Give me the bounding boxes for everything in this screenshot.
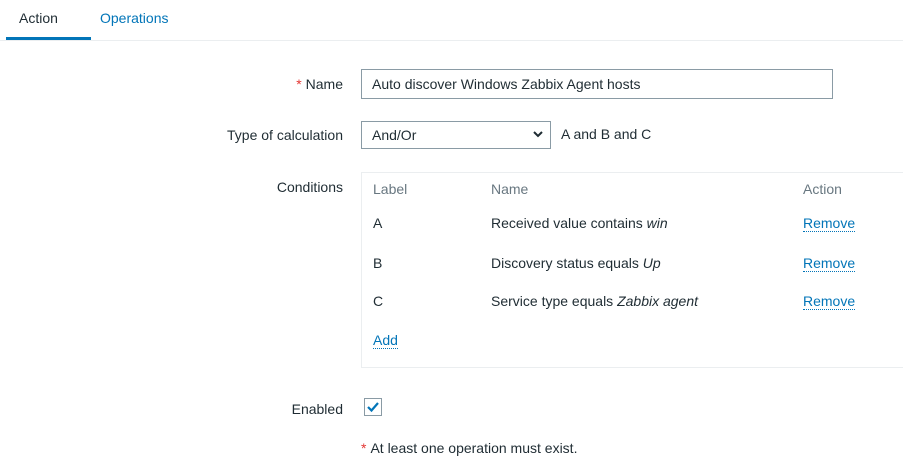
note-required-mark: * xyxy=(361,440,367,456)
chevron-down-icon xyxy=(533,131,543,138)
tab-operations[interactable]: Operations xyxy=(100,10,168,26)
condition-name-c-text: Service type equals xyxy=(491,293,618,309)
condition-label-b: B xyxy=(373,255,383,271)
operations-required-note: * At least one operation must exist. xyxy=(361,440,577,456)
calc-expression: A and B and C xyxy=(561,126,652,142)
header-name: Name xyxy=(491,181,529,197)
condition-name-b-text: Discovery status equals xyxy=(491,255,643,271)
note-text: At least one operation must exist. xyxy=(370,440,578,456)
enabled-label: Enabled xyxy=(291,401,343,417)
calc-type-value: And/Or xyxy=(372,127,417,143)
condition-label-c: C xyxy=(373,293,384,309)
checkmark-icon xyxy=(367,402,379,413)
condition-value-c: Zabbix agent xyxy=(617,293,699,309)
name-input[interactable]: Auto discover Windows Zabbix Agent hosts xyxy=(361,69,833,99)
header-label: Label xyxy=(373,181,408,197)
condition-label-a: A xyxy=(373,215,383,231)
name-label-text: Name xyxy=(305,76,343,92)
conditions-table: Label Name Action A Received value conta… xyxy=(361,172,903,368)
calc-type-label: Type of calculation xyxy=(227,127,343,143)
header-action: Action xyxy=(803,181,842,197)
enabled-checkbox[interactable] xyxy=(364,398,382,416)
condition-name-a-text: Received value contains xyxy=(491,215,647,231)
name-label: * Name xyxy=(296,76,343,92)
conditions-label: Conditions xyxy=(276,179,343,195)
calc-type-select[interactable]: And/Or xyxy=(361,121,551,149)
condition-name-a: Received value contains win xyxy=(491,215,668,231)
tab-action[interactable]: Action xyxy=(19,10,58,26)
condition-value-b: Up xyxy=(642,255,661,271)
tab-bar: Action Operations xyxy=(0,0,903,41)
remove-condition-b-button[interactable]: Remove xyxy=(803,255,856,272)
condition-value-a: win xyxy=(646,215,668,231)
action-form-page: Action Operations * Name Auto discover Wi… xyxy=(0,0,903,463)
remove-condition-c-button[interactable]: Remove xyxy=(803,293,856,310)
add-condition-button[interactable]: Add xyxy=(373,332,398,349)
active-tab-indicator xyxy=(6,37,91,40)
condition-name-c: Service type equals Zabbix agent xyxy=(491,293,698,309)
remove-condition-a-button[interactable]: Remove xyxy=(803,215,856,232)
required-mark: * xyxy=(296,76,302,92)
condition-name-b: Discovery status equals Up xyxy=(491,255,661,271)
